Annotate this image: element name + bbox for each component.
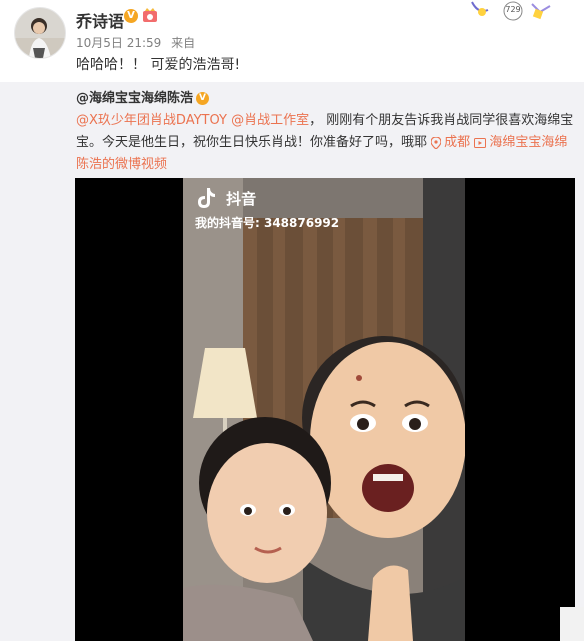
- post-header: 乔诗语 V 10月5日 21:59 来自 729 哈哈哈！！ 可爱的浩浩哥!: [0, 0, 584, 82]
- video-play-icon: [474, 137, 487, 148]
- card-decoration: 729: [470, 0, 556, 24]
- douyin-logo-icon: [198, 188, 215, 208]
- douyin-app-name: 抖音: [226, 189, 257, 208]
- username[interactable]: 乔诗语: [76, 8, 124, 32]
- post-source: 来自: [171, 36, 196, 50]
- location-pin-icon: [431, 136, 442, 149]
- video-still-image: [183, 178, 465, 641]
- video-player[interactable]: 抖音 我的抖音号: 348876992: [75, 178, 575, 641]
- verified-badge: V: [124, 9, 138, 23]
- decoration-count: 729: [505, 5, 521, 14]
- repost-text-block: @海绵宝宝海绵陈浩 V @X玖少年团肖战DAYTOY @肖战工作室， 刚刚有个朋友…: [76, 88, 576, 176]
- post-date[interactable]: 10月5日 21:59: [76, 36, 161, 50]
- post-meta: 10月5日 21:59 来自: [76, 34, 201, 51]
- corner-toolbar-button[interactable]: [560, 607, 584, 641]
- original-verified-badge: V: [196, 92, 210, 105]
- douyin-watermark: 抖音 我的抖音号: 348876992: [195, 186, 339, 231]
- vip-member-icon[interactable]: [142, 8, 158, 24]
- avatar[interactable]: [14, 7, 66, 59]
- mention-link-1[interactable]: @X玖少年团肖战DAYTOY: [76, 113, 227, 128]
- mention-link-2[interactable]: @肖战工作室: [231, 113, 309, 128]
- original-author[interactable]: @海绵宝宝海绵陈浩: [76, 91, 193, 106]
- location-link[interactable]: 成都: [431, 135, 470, 150]
- post-text: 哈哈哈！！ 可爱的浩浩哥!: [76, 57, 241, 73]
- douyin-account-id: 我的抖音号: 348876992: [195, 216, 340, 230]
- repost-card[interactable]: @海绵宝宝海绵陈浩 V @X玖少年团肖战DAYTOY @肖战工作室， 刚刚有个朋友…: [0, 82, 584, 641]
- video-frame[interactable]: 抖音 我的抖音号: 348876992: [183, 178, 465, 641]
- weibo-post: 乔诗语 V 10月5日 21:59 来自 729 哈哈哈！！ 可爱的浩浩哥! @…: [0, 0, 584, 641]
- location-label: 成都: [444, 135, 471, 150]
